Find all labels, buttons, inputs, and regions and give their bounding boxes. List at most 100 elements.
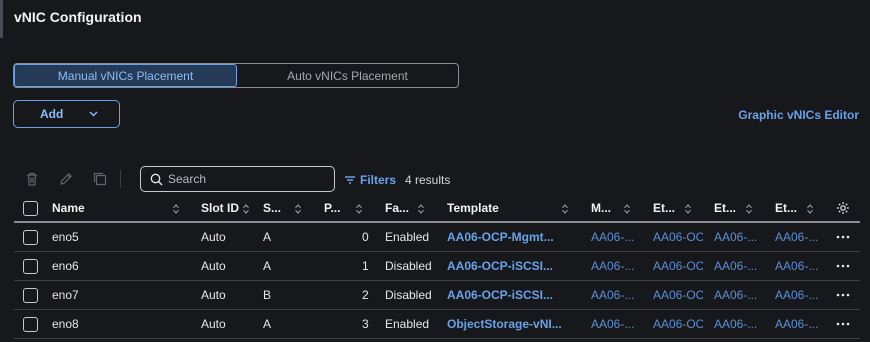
select-all-cell [23, 195, 38, 221]
sort-icon[interactable] [243, 204, 249, 214]
row-select-cell [23, 310, 38, 338]
cell-pci: 1 [362, 259, 369, 273]
filters-button[interactable]: Filters [344, 173, 396, 187]
kebab-icon[interactable] [836, 281, 850, 309]
vnic-table: Name Slot ID S... P... Fa... Template M.… [14, 195, 860, 339]
cell-eth-2-link[interactable]: AA06-... [714, 223, 764, 251]
sort-icon[interactable] [418, 204, 424, 214]
table-row: eno8 Auto A 3 Enabled ObjectStorage-vNI.… [14, 310, 860, 339]
cell-failover: Disabled [385, 259, 432, 273]
add-button-label: Add [40, 107, 64, 121]
table-header-row: Name Slot ID S... P... Fa... Template M.… [14, 195, 860, 223]
column-header-mac[interactable]: M... [591, 195, 611, 221]
row-checkbox[interactable] [23, 258, 38, 274]
sort-icon[interactable] [173, 204, 179, 214]
cell-slot-id: Auto [201, 288, 226, 302]
column-header-name[interactable]: Name [52, 195, 85, 221]
cell-slot-id: Auto [201, 230, 226, 244]
row-select-cell [23, 281, 38, 309]
search-box[interactable] [140, 166, 335, 192]
cell-eth-2-link[interactable]: AA06-... [714, 252, 764, 280]
section-accent-bar [0, 0, 3, 38]
sort-icon[interactable] [356, 204, 362, 214]
row-checkbox[interactable] [23, 287, 38, 303]
table-row: eno7 Auto B 2 Disabled AA06-OCP-iSCSI...… [14, 281, 860, 310]
cell-switch: A [263, 259, 272, 273]
section-title: vNIC Configuration [14, 9, 142, 25]
sort-icon[interactable] [295, 204, 301, 214]
row-select-cell [23, 252, 38, 280]
cell-template-link[interactable]: AA06-OCP-iSCSI... [447, 252, 577, 280]
cell-eth-2-link[interactable]: AA06-... [714, 281, 764, 309]
cell-switch: B [263, 288, 272, 302]
results-count: 4 results [405, 173, 451, 187]
cell-name: eno5 [52, 230, 79, 244]
table-row: eno5 Auto A 0 Enabled AA06-OCP-Mgmt... A… [14, 223, 860, 252]
row-select-cell [23, 223, 38, 251]
table-row: eno6 Auto A 1 Disabled AA06-OCP-iSCSI...… [14, 252, 860, 281]
auto-placement-tab[interactable]: Auto vNICs Placement [237, 64, 458, 87]
cell-eth-1-link[interactable]: AA06-OC [653, 281, 703, 309]
column-header-switch[interactable]: S... [263, 195, 281, 221]
cell-failover: Enabled [385, 230, 430, 244]
select-all-checkbox[interactable] [23, 200, 38, 216]
cell-mac-link[interactable]: AA06-... [591, 281, 641, 309]
cell-name: eno7 [52, 288, 79, 302]
cell-eth-1-link[interactable]: AA06-OC [653, 252, 703, 280]
cell-pci: 3 [362, 317, 369, 331]
column-header-template[interactable]: Template [447, 195, 499, 221]
kebab-icon[interactable] [836, 252, 850, 280]
cell-eth-3-link[interactable]: AA06-... [775, 223, 825, 251]
filters-label: Filters [360, 173, 397, 187]
copy-icon[interactable] [92, 171, 108, 187]
cell-mac-link[interactable]: AA06-... [591, 223, 641, 251]
cell-failover: Enabled [385, 317, 430, 331]
kebab-icon[interactable] [836, 223, 850, 251]
sort-icon[interactable] [807, 204, 813, 214]
cell-eth-3-link[interactable]: AA06-... [775, 281, 825, 309]
cell-failover: Disabled [385, 288, 432, 302]
cell-pci: 2 [362, 288, 369, 302]
trash-icon[interactable] [24, 171, 40, 187]
cell-pci: 0 [362, 230, 369, 244]
cell-template-link[interactable]: AA06-OCP-iSCSI... [447, 281, 577, 309]
cell-mac-link[interactable]: AA06-... [591, 252, 641, 280]
column-header-pci[interactable]: P... [324, 195, 340, 221]
graphic-vnics-editor-link[interactable]: Graphic vNICs Editor [738, 108, 859, 122]
cell-eth-3-link[interactable]: AA06-... [775, 252, 825, 280]
column-header-eth-1[interactable]: Et... [653, 195, 675, 221]
sort-icon[interactable] [562, 204, 568, 214]
manual-placement-tab[interactable]: Manual vNICs Placement [14, 64, 237, 87]
cell-name: eno8 [52, 317, 79, 331]
cell-switch: A [263, 317, 272, 331]
column-header-eth-3[interactable]: Et... [775, 195, 797, 221]
cell-slot-id: Auto [201, 259, 226, 273]
kebab-icon[interactable] [836, 310, 850, 338]
cell-eth-1-link[interactable]: AA06-OC [653, 310, 703, 338]
cell-template-link[interactable]: AA06-OCP-Mgmt... [447, 223, 577, 251]
cell-mac-link[interactable]: AA06-... [591, 310, 641, 338]
filter-icon [344, 175, 356, 185]
search-input[interactable] [168, 172, 328, 186]
column-header-eth-2[interactable]: Et... [714, 195, 736, 221]
cell-eth-2-link[interactable]: AA06-... [714, 310, 764, 338]
cell-eth-1-link[interactable]: AA06-OC [653, 223, 703, 251]
sort-icon[interactable] [746, 204, 752, 214]
cell-switch: A [263, 230, 272, 244]
cell-eth-3-link[interactable]: AA06-... [775, 310, 825, 338]
sort-icon[interactable] [685, 204, 691, 214]
cell-template-link[interactable]: ObjectStorage-vNI... [447, 310, 577, 338]
row-checkbox[interactable] [23, 316, 38, 332]
sort-icon[interactable] [624, 204, 630, 214]
row-checkbox[interactable] [23, 229, 38, 245]
column-header-slot-id[interactable]: Slot ID [201, 195, 239, 221]
cell-name: eno6 [52, 259, 79, 273]
placement-toggle: Manual vNICs Placement Auto vNICs Placem… [13, 63, 459, 88]
toolbar-divider [120, 170, 121, 188]
gear-icon[interactable] [836, 195, 850, 221]
add-dropdown-button[interactable]: Add [13, 100, 120, 128]
pencil-icon[interactable] [58, 171, 74, 187]
column-header-failover[interactable]: Fa... [385, 195, 409, 221]
chevron-down-icon [88, 109, 98, 119]
cell-slot-id: Auto [201, 317, 226, 331]
